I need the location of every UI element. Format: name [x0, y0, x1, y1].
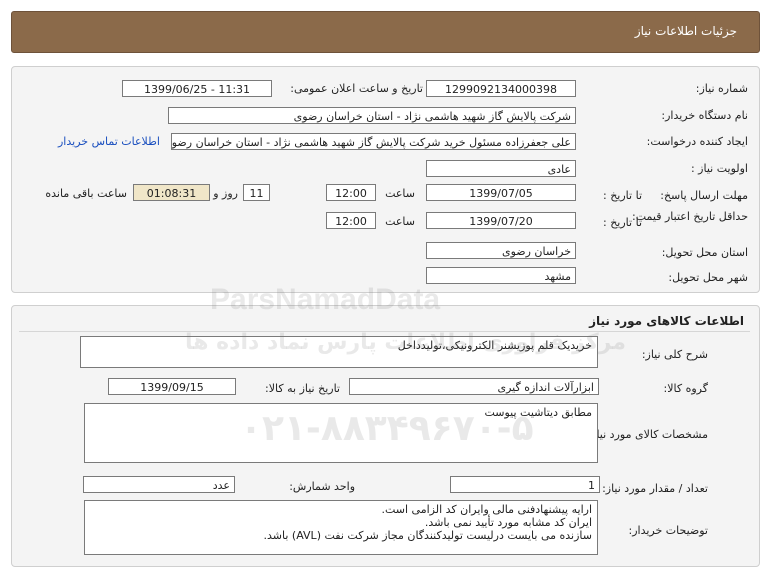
description-field: خریدیک قلم پوزیشنر الکترونیکی،تولیدداخل [80, 336, 598, 368]
specs-field: مطابق دیتاشیت پیوست [84, 403, 598, 463]
page-title: جزئیات اطلاعات نیاز [634, 24, 737, 38]
need-info-panel [11, 66, 760, 293]
validity-date-field: 1399/07/20 [426, 212, 576, 229]
buyer-org-field: شرکت پالایش گاز شهید هاشمی نژاد - استان … [168, 107, 576, 124]
section-divider [19, 331, 750, 332]
buyer-notes-line: ارایه پیشنهادفنی مالی وایران کد الزامی ا… [381, 503, 592, 516]
announce-label: تاریخ و ساعت اعلان عمومی: [290, 82, 423, 95]
province-field: خراسان رضوی [426, 242, 576, 259]
announce-field: 1399/06/25 - 11:31 [122, 80, 272, 97]
need-number-field: 1299092134000398 [426, 80, 576, 97]
unit-field: عدد [83, 476, 235, 493]
requester-field: علی جعفرزاده مسئول خرید شرکت پالایش گاز … [171, 133, 576, 150]
days-label: روز و [213, 187, 238, 200]
deadline-label: مهلت ارسال پاسخ: [660, 189, 748, 202]
unit-label: واحد شمارش: [289, 480, 355, 493]
deadline-to-date-label: تا تاریخ : [603, 189, 642, 202]
buyer-notes-field: ارایه پیشنهادفنی مالی وایران کد الزامی ا… [84, 500, 598, 555]
quantity-field: 1 [450, 476, 600, 493]
deadline-time-field: 12:00 [326, 184, 376, 201]
need-date-field: 1399/09/15 [108, 378, 236, 395]
need-number-label: شماره نیاز: [695, 82, 748, 95]
goods-section-title: اطلاعات کالاهای مورد نیاز [589, 314, 744, 328]
priority-label: اولویت نیاز : [690, 162, 748, 175]
deadline-time-label: ساعت [385, 187, 415, 200]
priority-field: عادی [426, 160, 576, 177]
city-label: شهر محل تحویل: [668, 271, 748, 284]
goods-group-label: گروه کالا: [663, 382, 708, 395]
need-date-label: تاریخ نیاز به کالا: [265, 382, 340, 395]
buyer-org-label: نام دستگاه خریدار: [661, 109, 748, 122]
province-label: استان محل تحویل: [661, 246, 748, 259]
quantity-label: تعداد / مقدار مورد نیاز: [602, 482, 708, 495]
remaining-days-field: 11 [243, 184, 270, 201]
remaining-label: ساعت باقی مانده [45, 187, 127, 200]
deadline-date-field: 1399/07/05 [426, 184, 576, 201]
validity-to-date-label: تا تاریخ : [603, 216, 642, 229]
buyer-notes-line: ایران کد مشابه مورد تأیید نمی باشد. [424, 516, 592, 529]
buyer-contact-link[interactable]: اطلاعات تماس خریدار [58, 135, 160, 148]
validity-time-field: 12:00 [326, 212, 376, 229]
goods-group-field: ابزارآلات اندازه گیری [349, 378, 599, 395]
description-label: شرح کلی نیاز: [641, 348, 708, 361]
requester-label: ایجاد کننده درخواست: [646, 135, 748, 148]
validity-time-label: ساعت [385, 215, 415, 228]
specs-text: مطابق دیتاشیت پیوست [484, 406, 592, 419]
remaining-time-field: 01:08:31 [133, 184, 210, 201]
page-header: جزئیات اطلاعات نیاز [11, 11, 760, 53]
buyer-notes-line: سازنده می بایست درلیست تولیدکنندگان مجاز… [263, 529, 593, 542]
description-text: خریدیک قلم پوزیشنر الکترونیکی،تولیدداخل [397, 339, 592, 352]
specs-label: مشخصات کالای مورد نیاز: [587, 428, 708, 441]
buyer-notes-label: توضیحات خریدار: [628, 524, 709, 537]
city-field: مشهد [426, 267, 576, 284]
